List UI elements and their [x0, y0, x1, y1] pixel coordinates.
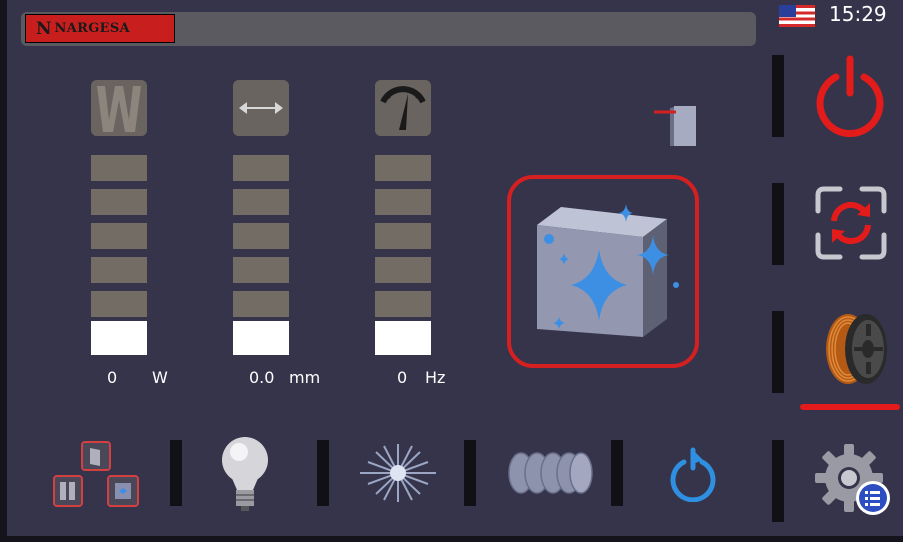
separator [772, 311, 784, 393]
power-value: 0 [107, 368, 118, 387]
power-off-button[interactable] [814, 53, 886, 137]
nargesa-logo: N NARGESA [25, 14, 175, 43]
light-bulb-icon [222, 437, 268, 511]
weld-beads-button[interactable] [505, 448, 595, 498]
width-level-segment [233, 257, 289, 283]
logo-mark: N [36, 18, 52, 39]
power-level-segment [91, 189, 147, 215]
clean-surface-icon [537, 204, 679, 337]
cycle-button[interactable] [814, 185, 888, 261]
clock: 15:29 [829, 2, 887, 26]
material-plate-icon[interactable] [652, 102, 700, 148]
layout-modes-icon [53, 441, 139, 507]
us-flag-icon[interactable] [779, 5, 815, 27]
laser-burst-icon [360, 444, 436, 502]
width-level-segment [233, 155, 289, 181]
separator [772, 440, 784, 522]
layout-modes-button[interactable] [52, 438, 142, 510]
laser-button[interactable] [360, 440, 436, 506]
frequency-level-segment-active [375, 321, 431, 355]
separator [317, 440, 329, 506]
frequency-level-segment [375, 189, 431, 215]
power-level-segment [91, 223, 147, 249]
cycle-frame-icon [815, 186, 887, 260]
machine-screen: N NARGESA 15:29 0 W 0.0 mm 0 Hz [7, 0, 903, 536]
power-off-icon [816, 55, 884, 137]
separator [772, 55, 784, 137]
power-cycle-icon [670, 447, 716, 503]
separator [464, 440, 476, 506]
light-button[interactable] [219, 434, 271, 514]
separator [611, 440, 623, 506]
power-unit: W [152, 368, 168, 387]
frequency-level-segment [375, 155, 431, 181]
power-level-segment-active [91, 321, 147, 355]
separator [772, 183, 784, 265]
settings-gear-icon [815, 444, 890, 515]
frequency-level-segment [375, 223, 431, 249]
settings-button[interactable] [815, 440, 895, 522]
wire-spool-icon [826, 314, 887, 384]
frequency-unit: Hz [425, 368, 446, 387]
width-arrow-icon [233, 80, 289, 136]
width-level-segment [233, 223, 289, 249]
width-level-segment [233, 291, 289, 317]
power-w-icon [91, 80, 147, 136]
power-level-segment [91, 291, 147, 317]
width-unit: mm [289, 368, 321, 387]
width-level-segment [233, 189, 289, 215]
width-level-segment-active [233, 321, 289, 355]
power-cycle-button[interactable] [667, 446, 719, 503]
frequency-level-segment [375, 291, 431, 317]
gauge-icon [375, 80, 431, 136]
logo-text: NARGESA [54, 21, 130, 36]
power-level-segment [91, 257, 147, 283]
active-selection-indicator [800, 404, 900, 410]
welding-beads-icon [508, 452, 593, 494]
frequency-level-segment [375, 257, 431, 283]
width-value: 0.0 [249, 368, 275, 387]
frequency-value: 0 [397, 368, 408, 387]
power-level-segment [91, 155, 147, 181]
separator [170, 440, 182, 506]
wire-spool-button[interactable] [818, 310, 890, 388]
clean-process-button[interactable] [507, 175, 699, 368]
